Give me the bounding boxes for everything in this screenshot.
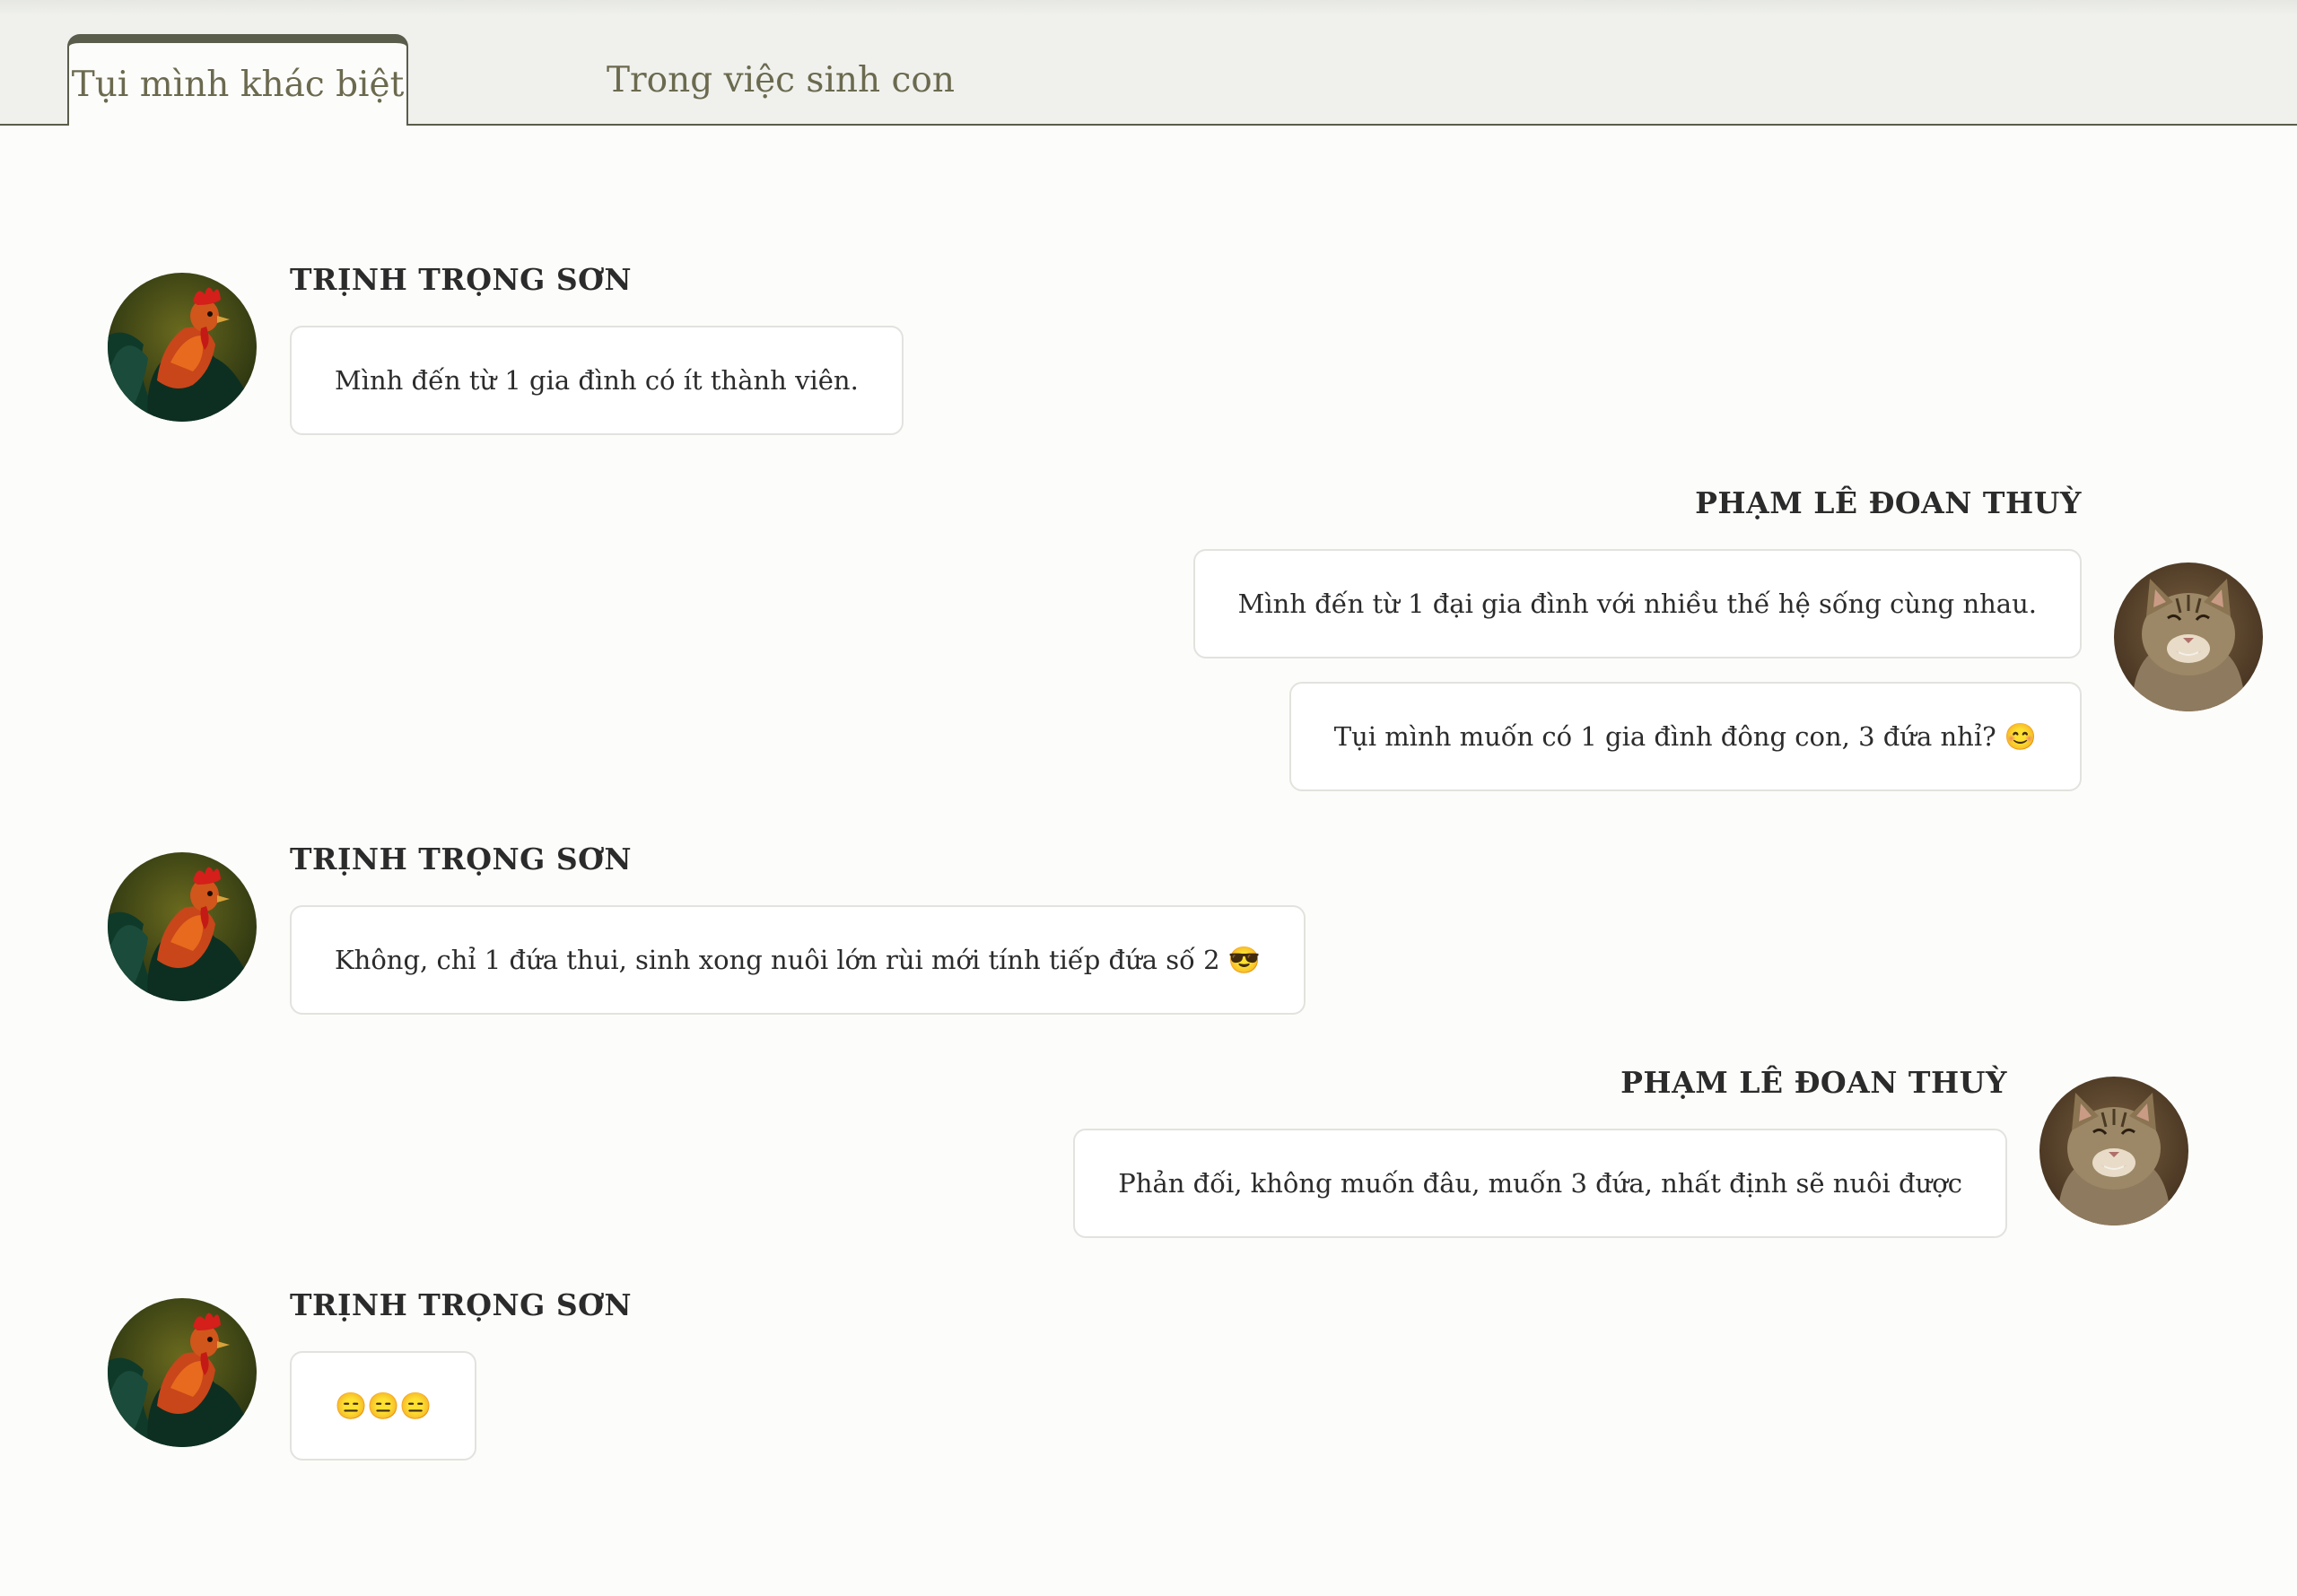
sender-name: TRỊNH TRỌNG SƠN [290, 842, 633, 876]
sender-name: PHẠM LÊ ĐOAN THUỲ [1695, 485, 2082, 520]
message-bubble: Mình đến từ 1 gia đình có ít thành viên. [290, 326, 904, 435]
cat-avatar-image [2039, 1077, 2188, 1225]
rooster-avatar [108, 852, 257, 1001]
tab-tui-minh-khac-biet[interactable]: Tụi mình khác biệt [67, 34, 408, 126]
sender-name: TRỊNH TRỌNG SƠN [290, 1287, 633, 1322]
rooster-avatar-image [108, 1298, 257, 1447]
message-bubble: Mình đến từ 1 đại gia đình với nhiều thế… [1192, 549, 2082, 658]
rooster-avatar-image [108, 852, 257, 1001]
cat-avatar-image [2114, 563, 2263, 711]
message-bubble: Tụi mình muốn có 1 gia đình đông con, 3 … [1288, 682, 2082, 791]
message-bubble: 😑😑😑 [290, 1351, 477, 1461]
sender-name: TRỊNH TRỌNG SƠN [290, 262, 633, 297]
message-bubble: Phản đối, không muốn đâu, muốn 3 đứa, nh… [1073, 1129, 2007, 1238]
rooster-avatar [108, 273, 257, 422]
sender-name: PHẠM LÊ ĐOAN THUỲ [1620, 1065, 2007, 1100]
cat-avatar [2039, 1077, 2188, 1225]
tab-bar: Tụi mình khác biệt Trong việc sinh con [0, 0, 2297, 126]
cat-avatar [2114, 563, 2263, 711]
tab-trong-viec-sinh-con[interactable]: Trong việc sinh con [592, 34, 969, 126]
message-bubble: Không, chỉ 1 đứa thui, sinh xong nuôi lớ… [290, 905, 1306, 1015]
rooster-avatar-image [108, 273, 257, 422]
rooster-avatar [108, 1298, 257, 1447]
